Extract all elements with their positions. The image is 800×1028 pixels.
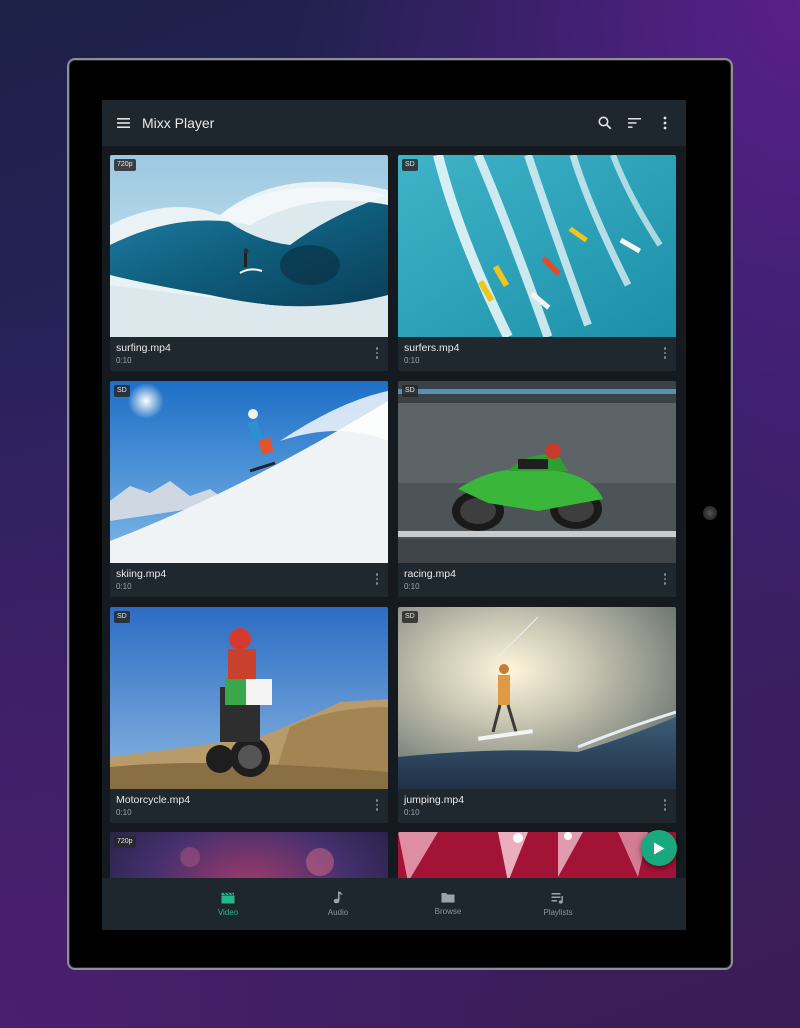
card-more-icon[interactable] xyxy=(372,343,382,363)
folder-icon xyxy=(441,893,455,903)
video-title: skiing.mp4 xyxy=(116,568,167,580)
search-button[interactable] xyxy=(590,100,620,146)
video-thumbnail[interactable]: SD xyxy=(398,381,676,563)
video-duration: 0:10 xyxy=(116,356,132,365)
video-card[interactable]: SD jumping.mp4 0:10 xyxy=(398,607,676,823)
music-note-icon xyxy=(333,891,343,904)
video-card[interactable]: 720p surfing.mp4 0:10 xyxy=(110,155,388,371)
video-duration: 0:10 xyxy=(404,356,420,365)
app-screen: Mixx Player 720p surfing.mp4 0:10 SD sur… xyxy=(102,100,686,930)
playlist-icon xyxy=(551,892,563,904)
quality-badge: SD xyxy=(402,159,418,171)
sort-icon xyxy=(628,118,641,128)
play-icon xyxy=(654,842,665,854)
video-title: jumping.mp4 xyxy=(404,794,465,806)
quality-badge: 720p xyxy=(114,836,136,848)
quality-badge: SD xyxy=(402,385,418,397)
video-title: Motorcycle.mp4 xyxy=(116,794,191,806)
overflow-menu-button[interactable] xyxy=(650,100,680,146)
video-title: surfing.mp4 xyxy=(116,342,171,354)
nav-audio[interactable]: Audio xyxy=(303,878,373,930)
card-more-icon[interactable] xyxy=(660,569,670,589)
more-vert-icon xyxy=(663,116,667,130)
card-more-icon[interactable] xyxy=(660,795,670,815)
nav-label: Video xyxy=(217,907,239,917)
video-title: surfers.mp4 xyxy=(404,342,460,354)
clapperboard-icon xyxy=(221,891,235,903)
search-icon xyxy=(598,116,612,130)
tablet-camera xyxy=(703,506,717,520)
video-title: racing.mp4 xyxy=(404,568,456,580)
play-fab[interactable] xyxy=(641,830,677,866)
video-card[interactable]: SD Motorcycle.mp4 0:10 xyxy=(110,607,388,823)
menu-icon xyxy=(117,118,130,128)
video-duration: 0:10 xyxy=(404,582,420,591)
sort-button[interactable] xyxy=(620,100,650,146)
nav-video[interactable]: Video xyxy=(193,878,263,930)
video-thumbnail[interactable]: 720p xyxy=(110,155,388,337)
quality-badge: SD xyxy=(402,611,418,623)
video-duration: 0:10 xyxy=(116,582,132,591)
video-duration: 0:10 xyxy=(116,808,132,817)
nav-browse[interactable]: Browse xyxy=(413,878,483,930)
quality-badge: SD xyxy=(114,385,130,397)
quality-badge: 720p xyxy=(114,159,136,171)
video-card[interactable]: SD surfers.mp4 0:10 xyxy=(398,155,676,371)
video-thumbnail[interactable]: SD xyxy=(110,607,388,789)
nav-label: Audio xyxy=(327,908,349,917)
video-card[interactable]: SD skiing.mp4 0:10 xyxy=(110,381,388,597)
video-thumbnail[interactable]: SD xyxy=(398,155,676,337)
bottom-navigation: Video Audio Browse Playlists xyxy=(102,878,686,930)
video-card[interactable]: SD racing.mp4 0:10 xyxy=(398,381,676,597)
video-thumbnail[interactable]: SD xyxy=(110,381,388,563)
top-app-bar: Mixx Player xyxy=(102,100,686,146)
app-title: Mixx Player xyxy=(142,115,215,131)
nav-playlists[interactable]: Playlists xyxy=(523,878,593,930)
menu-button[interactable] xyxy=(102,100,146,146)
video-thumbnail[interactable]: SD xyxy=(398,607,676,789)
video-duration: 0:10 xyxy=(404,808,420,817)
card-more-icon[interactable] xyxy=(660,343,670,363)
card-more-icon[interactable] xyxy=(372,795,382,815)
card-more-icon[interactable] xyxy=(372,569,382,589)
nav-label: Browse xyxy=(434,907,462,916)
nav-label: Playlists xyxy=(543,907,573,917)
quality-badge: SD xyxy=(114,611,130,623)
